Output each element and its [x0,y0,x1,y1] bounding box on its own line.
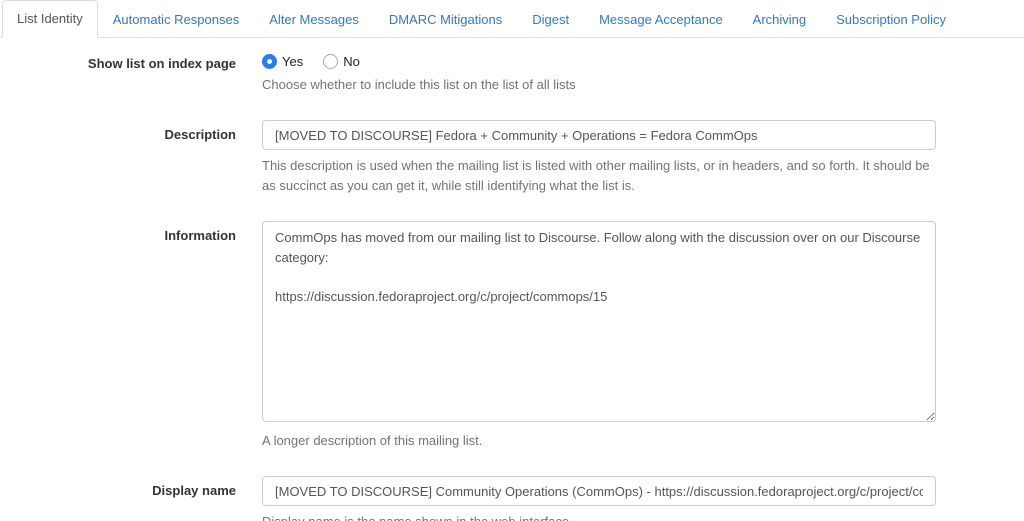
tab-list-identity[interactable]: List Identity [2,0,98,38]
show-list-row: Show list on index page Yes No Choose wh… [0,49,1024,95]
show-list-radio-group: Yes No [262,49,936,69]
description-input[interactable] [262,120,936,150]
tab-message-acceptance[interactable]: Message Acceptance [584,1,738,38]
tab-subscription-policy-link[interactable]: Subscription Policy [821,1,961,38]
radio-no-label: No [343,54,360,69]
tab-alter-messages-link[interactable]: Alter Messages [254,1,374,38]
radio-option-no[interactable]: No [323,54,360,69]
description-row: Description This description is used whe… [0,120,1024,196]
tab-dmarc-mitigations-link[interactable]: DMARC Mitigations [374,1,517,38]
description-help: This description is used when the mailin… [262,158,930,193]
display-name-help: Display name is the name shown in the we… [262,512,936,521]
tab-dmarc-mitigations[interactable]: DMARC Mitigations [374,1,517,38]
tab-alter-messages[interactable]: Alter Messages [254,1,374,38]
tab-automatic-responses-link[interactable]: Automatic Responses [98,1,254,38]
radio-no-icon[interactable] [323,54,339,69]
tab-message-acceptance-link[interactable]: Message Acceptance [584,1,738,38]
tab-archiving-link[interactable]: Archiving [738,1,821,38]
tab-automatic-responses[interactable]: Automatic Responses [98,1,254,38]
display-name-label: Display name [152,483,236,498]
radio-yes-label: Yes [282,54,304,69]
tab-subscription-policy[interactable]: Subscription Policy [821,1,961,38]
radio-yes-icon[interactable] [262,54,277,69]
show-list-label: Show list on index page [87,56,236,71]
show-list-help: Choose whether to include this list on t… [262,77,576,92]
display-name-input[interactable] [262,476,936,506]
information-row: Information CommOps has moved from our m… [0,221,1024,451]
settings-tab-bar: List Identity Automatic Responses Alter … [0,0,1024,38]
display-name-row: Display name Display name is the name sh… [0,476,1024,521]
radio-option-yes[interactable]: Yes [262,54,303,69]
information-label: Information [164,228,237,243]
information-help: A longer description of this mailing lis… [262,433,483,448]
description-label: Description [164,127,236,142]
tab-list-identity-link[interactable]: List Identity [2,0,98,38]
tab-digest[interactable]: Digest [517,1,584,38]
list-identity-form: Show list on index page Yes No Choose wh… [0,49,1024,521]
tab-digest-link[interactable]: Digest [517,1,584,38]
tab-archiving[interactable]: Archiving [738,1,821,38]
information-textarea[interactable]: CommOps has moved from our mailing list … [262,221,936,422]
